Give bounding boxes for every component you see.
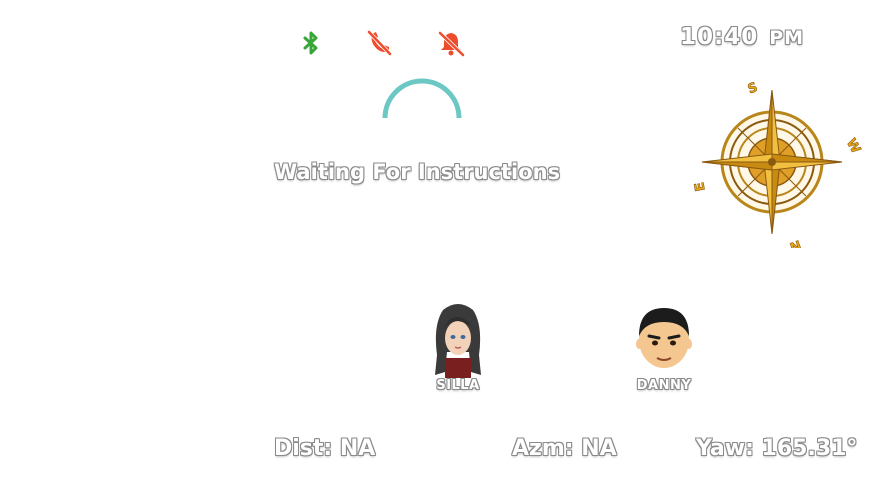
compass-label-east: E (692, 181, 708, 192)
compass-icon: S W E N (688, 72, 864, 255)
male-avatar-icon (636, 308, 692, 368)
user-name: SILLA (436, 378, 480, 393)
compass-label-south: S (746, 80, 760, 97)
compass-label-west: W (843, 136, 863, 156)
notifications-muted-icon (436, 28, 466, 58)
distance-readout: Dist: NA (274, 436, 376, 461)
loading-spinner (377, 70, 467, 130)
call-muted-icon (364, 28, 394, 58)
user-name: DANNY (636, 378, 692, 393)
clock-time: 10:40 (680, 24, 759, 50)
azimuth-readout: Azm: NA (512, 436, 617, 461)
bluetooth-icon (296, 28, 326, 58)
yaw-readout: Yaw: 165.31° (696, 436, 858, 461)
user-card-danny[interactable]: DANNY (604, 300, 724, 393)
clock: 10:40 PM (680, 24, 804, 50)
status-message: Waiting For Instructions (274, 160, 561, 184)
compass-label-north: N (788, 236, 803, 248)
user-card-silla[interactable]: SILLA (398, 300, 518, 393)
clock-ampm: PM (769, 27, 805, 49)
female-avatar-icon (435, 304, 481, 378)
